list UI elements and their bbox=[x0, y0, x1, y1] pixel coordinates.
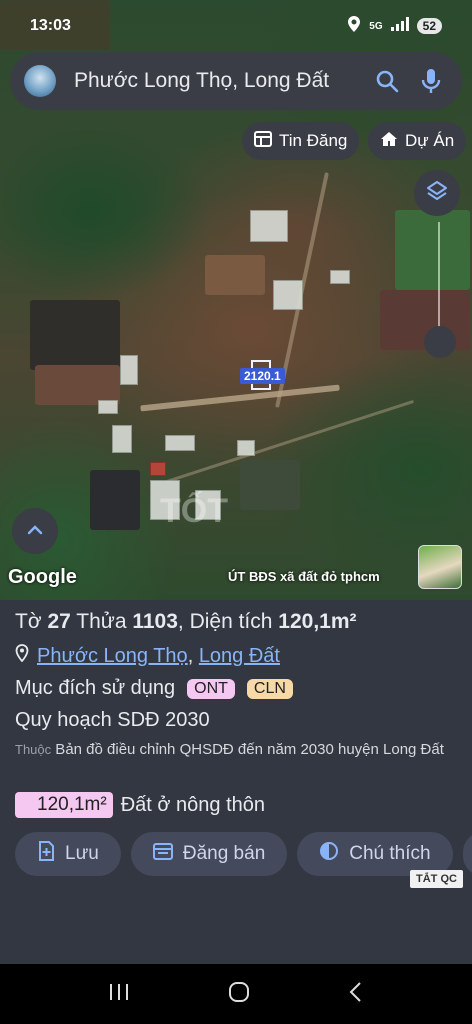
projects-chip-label: Dự Án bbox=[405, 131, 455, 150]
action-buttons: Lưu Đăng bán Chú thích bbox=[15, 832, 472, 876]
status-bar: 13:03 5G 52 bbox=[0, 0, 472, 52]
map-building bbox=[237, 440, 255, 456]
map-field bbox=[90, 470, 140, 530]
map-building bbox=[112, 425, 132, 453]
listings-chip[interactable]: Tin Đăng bbox=[242, 122, 360, 160]
layers-button[interactable] bbox=[414, 170, 460, 216]
land-use-tag-ont[interactable]: ONT bbox=[187, 678, 235, 699]
signal-icon bbox=[390, 16, 409, 36]
map-building bbox=[330, 270, 350, 284]
post-sale-button-label: Đăng bán bbox=[182, 843, 266, 864]
legend-button-label: Chú thích bbox=[349, 843, 431, 864]
status-icons: 5G 52 bbox=[347, 15, 442, 37]
parcel-title: Tờ 27 Thửa 1103, Diện tích 120,1m² bbox=[15, 610, 357, 634]
home-icon[interactable] bbox=[227, 980, 251, 1009]
zoned-area-row: 120,1m² Đất ở nông thôn bbox=[15, 792, 265, 818]
add-icon bbox=[37, 841, 55, 867]
battery-indicator: 52 bbox=[416, 18, 442, 34]
hide-ads-button[interactable]: TẮT QC bbox=[410, 870, 463, 888]
sheet-number: 27 bbox=[47, 610, 71, 633]
avatar[interactable] bbox=[24, 65, 56, 97]
plot-number: 1103 bbox=[132, 610, 178, 633]
listings-chip-label: Tin Đăng bbox=[279, 131, 348, 150]
land-use-label: Mục đích sử dụng bbox=[15, 677, 176, 699]
chevron-up-icon bbox=[27, 522, 43, 540]
source-text: Bản đồ điều chỉnh QHSDĐ đến năm 2030 huy… bbox=[51, 741, 444, 758]
plan-source: Thuộc Bản đồ điều chỉnh QHSDĐ đến năm 20… bbox=[15, 738, 460, 761]
map-building bbox=[150, 462, 166, 476]
search-input[interactable]: Phước Long Thọ, Long Đất bbox=[74, 69, 370, 93]
system-nav-bar bbox=[0, 964, 472, 1024]
search-bar[interactable]: Phước Long Thọ, Long Đất bbox=[10, 52, 462, 110]
title-text: Thửa bbox=[70, 610, 133, 633]
map-field bbox=[30, 300, 120, 370]
network-label: 5G bbox=[369, 20, 383, 32]
location-icon bbox=[347, 15, 361, 37]
projects-chip[interactable]: Dự Án bbox=[368, 122, 467, 160]
recent-apps-icon[interactable] bbox=[108, 982, 130, 1007]
back-icon[interactable] bbox=[348, 981, 364, 1008]
parcel-info-sheet: Tờ 27 Thửa 1103, Diện tích 120,1m² Phước… bbox=[0, 600, 472, 964]
district-link[interactable]: Long Đất bbox=[199, 645, 280, 667]
google-attribution: Google bbox=[8, 566, 77, 588]
save-button[interactable]: Lưu bbox=[15, 832, 121, 876]
map-field bbox=[395, 210, 470, 290]
location-separator: , bbox=[187, 644, 199, 667]
map-road bbox=[140, 384, 340, 412]
plan-heading: Quy hoạch SDĐ 2030 bbox=[15, 709, 210, 731]
contrast-icon bbox=[319, 841, 339, 867]
source-prefix: Thuộc bbox=[15, 742, 52, 757]
expand-button[interactable] bbox=[12, 508, 58, 554]
land-use-row: Mục đích sử dụng ONT CLN bbox=[15, 677, 293, 700]
parcel-area: 120,1m² bbox=[278, 610, 357, 633]
parcel-label: 2120.1 bbox=[240, 368, 285, 384]
watermark: TỐT bbox=[160, 492, 228, 530]
opacity-slider-handle[interactable] bbox=[424, 326, 456, 358]
search-icon[interactable] bbox=[370, 64, 404, 98]
opacity-slider-track[interactable] bbox=[438, 222, 440, 332]
post-sale-button[interactable]: Đăng bán bbox=[130, 832, 288, 876]
title-text: Tờ bbox=[15, 610, 48, 633]
zoned-area-desc: Đất ở nông thôn bbox=[120, 793, 266, 816]
location-row: Phước Long Thọ, Long Đất bbox=[15, 644, 280, 668]
status-time: 13:03 bbox=[30, 17, 71, 34]
layers-icon bbox=[426, 180, 448, 207]
zoned-area-badge: 120,1m² bbox=[15, 792, 113, 818]
listings-icon bbox=[254, 130, 272, 152]
save-button-label: Lưu bbox=[65, 843, 99, 864]
screen: 2120.1 TỐT 13:03 5G 52 Phước Long Thọ, L… bbox=[0, 0, 472, 1024]
map-building bbox=[250, 210, 288, 242]
house-icon bbox=[380, 131, 398, 152]
land-use-tag-cln[interactable]: CLN bbox=[246, 678, 293, 699]
map-field bbox=[205, 255, 265, 295]
map-building bbox=[98, 400, 118, 414]
map-building bbox=[165, 435, 195, 451]
map-field bbox=[35, 365, 120, 405]
commune-link[interactable]: Phước Long Thọ bbox=[37, 645, 188, 667]
title-text: , Diện tích bbox=[177, 610, 279, 633]
owner-label: ÚT BĐS xã đất đỏ tphcm bbox=[228, 569, 380, 584]
location-pin-icon bbox=[15, 644, 29, 668]
mic-icon[interactable] bbox=[414, 64, 448, 98]
map-building bbox=[120, 355, 138, 385]
map-field bbox=[240, 460, 300, 510]
calendar-icon bbox=[152, 842, 173, 866]
owner-photo[interactable] bbox=[418, 545, 462, 589]
map-building bbox=[273, 280, 303, 310]
more-action-button[interactable] bbox=[462, 832, 472, 876]
